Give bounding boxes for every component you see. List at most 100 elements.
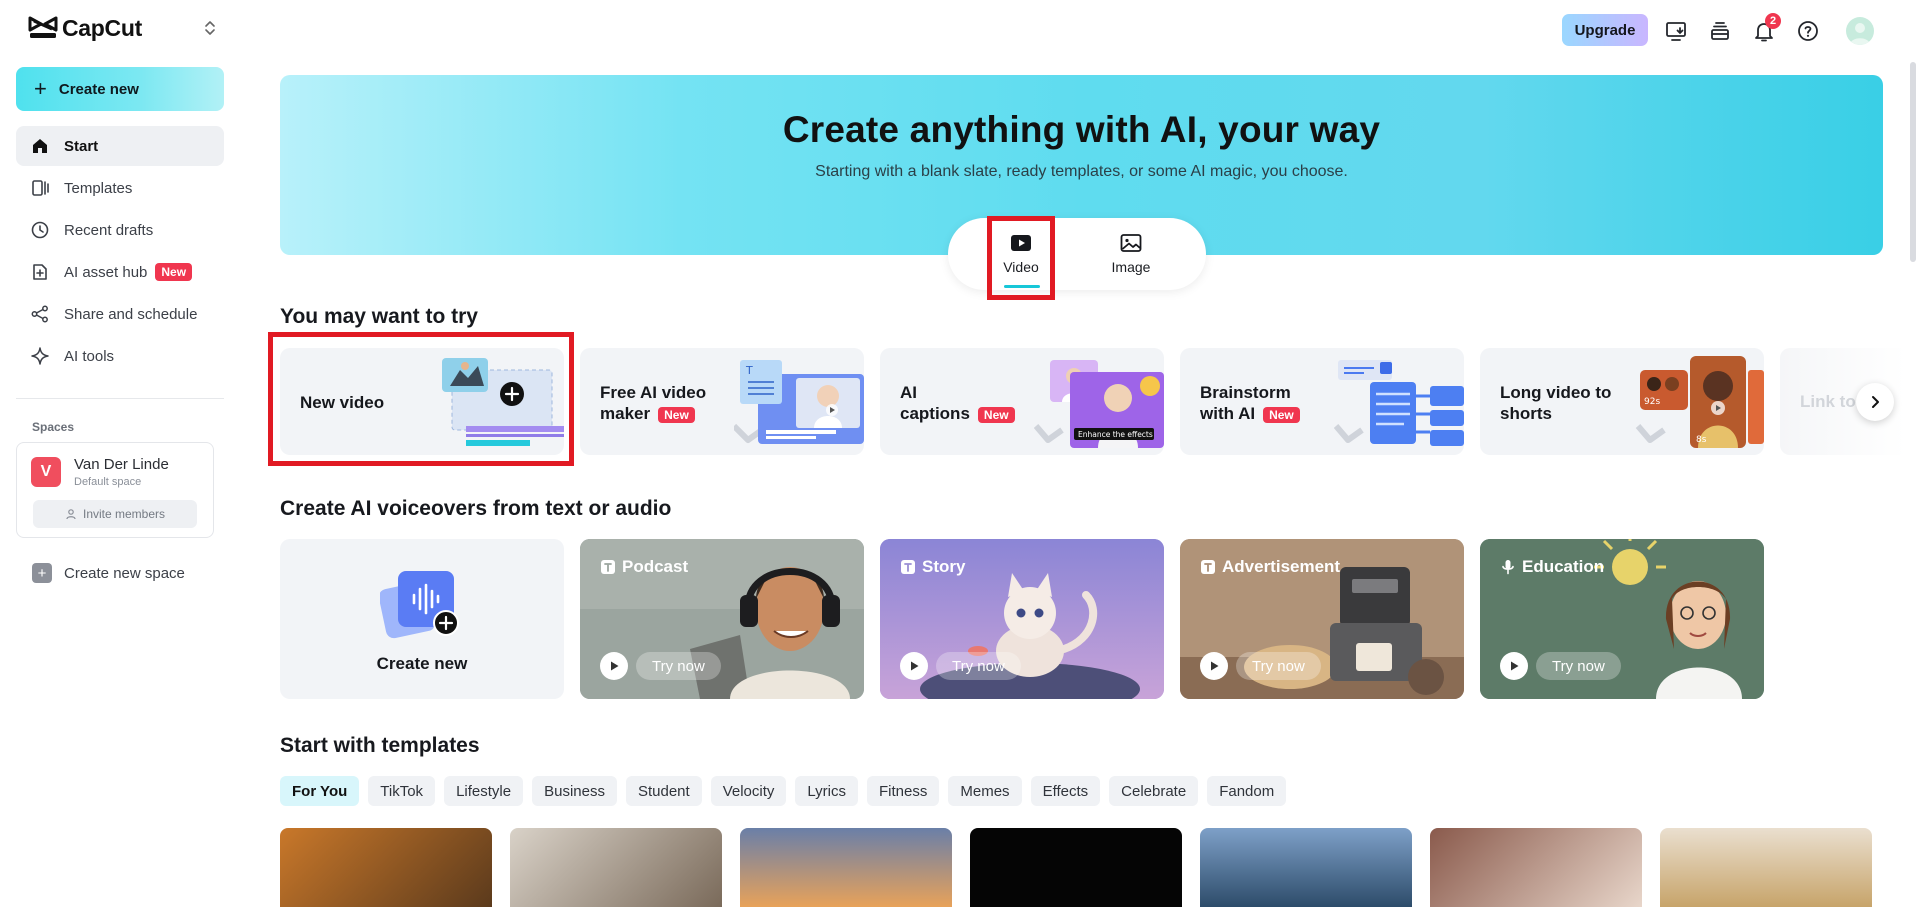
logo[interactable]: CapCut xyxy=(28,14,218,42)
card-label: Long video to shorts xyxy=(1500,382,1611,424)
tab-label: Video xyxy=(1003,259,1039,275)
card-label-line2: captions New xyxy=(900,403,1015,424)
try-now-button[interactable]: Try now xyxy=(1236,652,1321,680)
create-new-button[interactable]: + Create new xyxy=(16,67,224,111)
sidebar-item-ai-asset-hub[interactable]: AI asset hub New xyxy=(16,252,224,292)
voiceover-tag: Podcast xyxy=(600,557,688,577)
notification-badge: 2 xyxy=(1765,13,1781,29)
chip-effects[interactable]: Effects xyxy=(1030,776,1101,806)
card-label-line2: maker New xyxy=(600,403,706,424)
plus-icon: + xyxy=(32,563,52,583)
ai-video-maker-illustration: T xyxy=(734,360,864,444)
voiceover-label: Story xyxy=(922,557,966,576)
template-thumbnail[interactable] xyxy=(1660,828,1872,907)
free-ai-video-maker-card[interactable]: Free AI video maker New T xyxy=(580,348,864,455)
play-button[interactable] xyxy=(900,652,928,680)
new-video-illustration xyxy=(442,358,564,446)
space-card[interactable]: V Van Der Linde Default space Invite mem… xyxy=(16,442,214,538)
long-video-to-shorts-card[interactable]: Long video to shorts 92s 8s xyxy=(1480,348,1764,455)
hero-title: Create anything with AI, your way xyxy=(782,109,1381,150)
try-now-button[interactable]: Try now xyxy=(636,652,721,680)
voiceover-story-card[interactable]: Story Try now xyxy=(880,539,1164,699)
voiceover-label: Advertisement xyxy=(1222,557,1341,576)
chevron-right-icon xyxy=(1872,396,1879,408)
microphone-icon xyxy=(1502,560,1514,575)
voiceover-label: Podcast xyxy=(622,557,689,576)
workspace-switch-icon[interactable] xyxy=(202,19,218,37)
chip-fitness[interactable]: Fitness xyxy=(867,776,940,806)
sidebar-item-label: Share and schedule xyxy=(64,305,198,323)
play-button[interactable] xyxy=(1200,652,1228,680)
template-thumbnail[interactable] xyxy=(510,828,722,907)
shorts-art-label-2: 8s xyxy=(1696,435,1707,445)
plus-icon: + xyxy=(34,76,47,101)
chip-for-you[interactable]: For You xyxy=(280,776,360,806)
hero-subtitle: Starting with a blank slate, ready templ… xyxy=(815,163,1348,180)
template-thumbnail[interactable] xyxy=(970,828,1182,907)
tab-label: Image xyxy=(1111,259,1151,275)
card-label: Free AI video maker New xyxy=(600,382,706,424)
text-icon xyxy=(1201,560,1215,574)
user-avatar[interactable] xyxy=(1846,17,1874,45)
brainstorm-with-ai-card[interactable]: Brainstorm with AI New xyxy=(1180,348,1464,455)
ai-captions-card[interactable]: AI captions New Enhance the effects xyxy=(880,348,1164,455)
home-icon xyxy=(33,139,47,153)
chip-lifestyle[interactable]: Lifestyle xyxy=(444,776,524,806)
avatar-icon xyxy=(1850,23,1870,45)
try-now-button[interactable]: Try now xyxy=(1536,652,1621,680)
download-desktop-icon[interactable] xyxy=(1664,19,1688,43)
sidebar-item-start[interactable]: Start xyxy=(16,126,224,166)
upgrade-button[interactable]: Upgrade xyxy=(1562,14,1648,46)
new-video-card[interactable]: New video xyxy=(280,348,564,455)
template-thumbnail[interactable] xyxy=(1430,828,1642,907)
brainstorm-illustration xyxy=(1334,360,1464,446)
chip-student[interactable]: Student xyxy=(625,776,702,806)
chip-fandom[interactable]: Fandom xyxy=(1207,776,1287,806)
new-badge: New xyxy=(658,407,695,423)
stack-icon[interactable] xyxy=(1708,19,1732,43)
try-now-button[interactable]: Try now xyxy=(936,652,1021,680)
create-new-space-label: Create new space xyxy=(64,564,185,582)
chip-celebrate[interactable]: Celebrate xyxy=(1109,776,1199,806)
sidebar-item-templates[interactable]: Templates xyxy=(16,168,224,208)
chip-business[interactable]: Business xyxy=(532,776,617,806)
new-badge: New xyxy=(155,263,193,281)
page-scrollbar[interactable] xyxy=(1910,62,1916,262)
voiceover-podcast-card[interactable]: Podcast Try now xyxy=(580,539,864,699)
voiceover-education-card[interactable]: Education Try now xyxy=(1480,539,1764,699)
voiceover-create-new-card[interactable]: Create new xyxy=(280,539,564,699)
link-to-card-partial[interactable]: Link to xyxy=(1780,348,1920,455)
sidebar-divider xyxy=(16,398,224,399)
play-button[interactable] xyxy=(1500,652,1528,680)
tab-video[interactable]: Video xyxy=(986,232,1056,282)
tab-image[interactable]: Image xyxy=(1096,232,1166,282)
template-thumbnail[interactable] xyxy=(740,828,952,907)
create-new-space-button[interactable]: + Create new space xyxy=(32,563,185,583)
help-icon[interactable] xyxy=(1796,19,1820,43)
card-label-line2-text: maker xyxy=(600,404,651,423)
invite-members-button[interactable]: Invite members xyxy=(33,500,197,528)
card-label-line1: Long video to xyxy=(1500,383,1612,402)
image-icon xyxy=(1120,234,1142,252)
sidebar-item-label: Recent drafts xyxy=(64,221,154,239)
chip-lyrics[interactable]: Lyrics xyxy=(795,776,859,806)
sidebar-item-label: Templates xyxy=(64,179,133,197)
template-thumbnail[interactable] xyxy=(280,828,492,907)
captions-art-text: Enhance the effects xyxy=(1078,430,1153,439)
voiceover-advertisement-card[interactable]: Advertisement Try now xyxy=(1180,539,1464,699)
sidebar-item-label: AI tools xyxy=(64,347,115,365)
chip-velocity[interactable]: Velocity xyxy=(710,776,787,806)
play-button[interactable] xyxy=(600,652,628,680)
template-thumbnail[interactable] xyxy=(1200,828,1412,907)
chip-memes[interactable]: Memes xyxy=(948,776,1022,806)
carousel-next-button[interactable] xyxy=(1856,383,1894,421)
capcut-logo-icon xyxy=(28,16,58,38)
voiceover-label: Education xyxy=(1522,557,1605,576)
templates-icon xyxy=(32,180,49,196)
sidebar-item-recent-drafts[interactable]: Recent drafts xyxy=(16,210,224,250)
card-label: AI captions New xyxy=(900,382,1015,424)
chip-tiktok[interactable]: TikTok xyxy=(368,776,436,806)
sidebar-item-share-and-schedule[interactable]: Share and schedule xyxy=(16,294,224,334)
new-badge: New xyxy=(1263,407,1300,423)
sidebar-item-ai-tools[interactable]: AI tools xyxy=(16,336,224,376)
